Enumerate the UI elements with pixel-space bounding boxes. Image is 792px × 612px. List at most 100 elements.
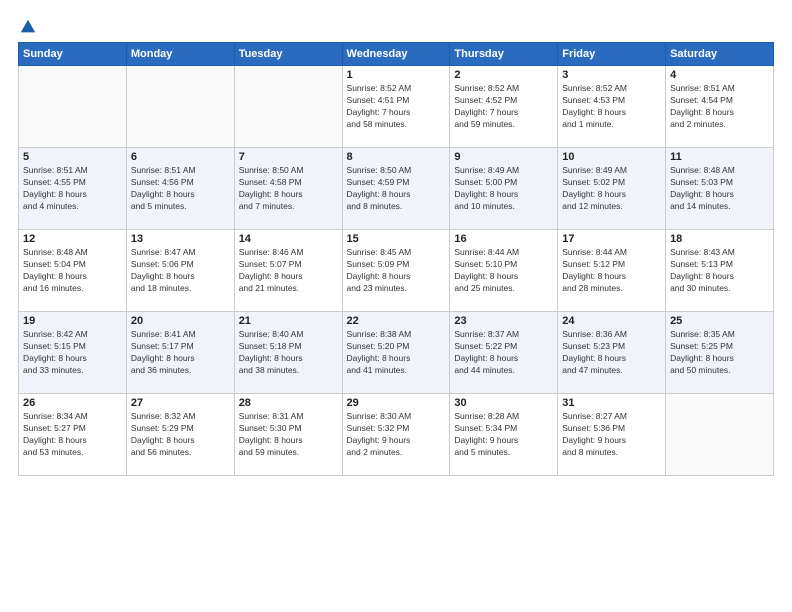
header-day-thursday: Thursday xyxy=(450,43,558,66)
calendar-cell: 3 Sunrise: 8:52 AM Sunset: 4:53 PM Daylig… xyxy=(558,66,666,148)
calendar-cell xyxy=(19,66,127,148)
day-info: Sunrise: 8:49 AM Sunset: 5:00 PM Dayligh… xyxy=(454,165,553,213)
calendar-cell: 28 Sunrise: 8:31 AM Sunset: 5:30 PM Dayli… xyxy=(234,394,342,476)
day-number: 1 xyxy=(347,69,446,81)
header-day-tuesday: Tuesday xyxy=(234,43,342,66)
day-info: Sunrise: 8:48 AM Sunset: 5:04 PM Dayligh… xyxy=(23,247,122,295)
day-number: 21 xyxy=(239,315,338,327)
logo xyxy=(18,18,37,34)
day-info: Sunrise: 8:52 AM Sunset: 4:53 PM Dayligh… xyxy=(562,83,661,131)
calendar-cell: 22 Sunrise: 8:38 AM Sunset: 5:20 PM Dayli… xyxy=(342,312,450,394)
day-number: 9 xyxy=(454,151,553,163)
calendar-cell xyxy=(666,394,774,476)
day-info: Sunrise: 8:44 AM Sunset: 5:10 PM Dayligh… xyxy=(454,247,553,295)
calendar-cell: 14 Sunrise: 8:46 AM Sunset: 5:07 PM Dayli… xyxy=(234,230,342,312)
week-row-5: 26 Sunrise: 8:34 AM Sunset: 5:27 PM Dayli… xyxy=(19,394,774,476)
day-info: Sunrise: 8:36 AM Sunset: 5:23 PM Dayligh… xyxy=(562,329,661,377)
calendar-cell: 11Sunrise: 8:48 AM Sunset: 5:03 PM Dayli… xyxy=(666,148,774,230)
calendar-cell: 9 Sunrise: 8:49 AM Sunset: 5:00 PM Daylig… xyxy=(450,148,558,230)
calendar-cell: 2 Sunrise: 8:52 AM Sunset: 4:52 PM Daylig… xyxy=(450,66,558,148)
day-info: Sunrise: 8:30 AM Sunset: 5:32 PM Dayligh… xyxy=(347,411,446,459)
day-number: 29 xyxy=(347,397,446,409)
day-number: 8 xyxy=(347,151,446,163)
header xyxy=(18,18,774,34)
day-info: Sunrise: 8:52 AM Sunset: 4:51 PM Dayligh… xyxy=(347,83,446,131)
day-number: 28 xyxy=(239,397,338,409)
calendar-page: SundayMondayTuesdayWednesdayThursdayFrid… xyxy=(0,0,792,612)
day-info: Sunrise: 8:50 AM Sunset: 4:58 PM Dayligh… xyxy=(239,165,338,213)
week-row-4: 19 Sunrise: 8:42 AM Sunset: 5:15 PM Dayli… xyxy=(19,312,774,394)
day-info: Sunrise: 8:47 AM Sunset: 5:06 PM Dayligh… xyxy=(131,247,230,295)
day-info: Sunrise: 8:37 AM Sunset: 5:22 PM Dayligh… xyxy=(454,329,553,377)
day-info: Sunrise: 8:51 AM Sunset: 4:55 PM Dayligh… xyxy=(23,165,122,213)
day-info: Sunrise: 8:34 AM Sunset: 5:27 PM Dayligh… xyxy=(23,411,122,459)
day-info: Sunrise: 8:46 AM Sunset: 5:07 PM Dayligh… xyxy=(239,247,338,295)
calendar-cell: 30 Sunrise: 8:28 AM Sunset: 5:34 PM Dayli… xyxy=(450,394,558,476)
header-day-sunday: Sunday xyxy=(19,43,127,66)
header-row: SundayMondayTuesdayWednesdayThursdayFrid… xyxy=(19,43,774,66)
calendar-cell: 6Sunrise: 8:51 AM Sunset: 4:56 PM Daylig… xyxy=(126,148,234,230)
week-row-3: 12 Sunrise: 8:48 AM Sunset: 5:04 PM Dayli… xyxy=(19,230,774,312)
calendar-table: SundayMondayTuesdayWednesdayThursdayFrid… xyxy=(18,42,774,476)
calendar-cell: 29 Sunrise: 8:30 AM Sunset: 5:32 PM Dayli… xyxy=(342,394,450,476)
day-number: 10 xyxy=(562,151,661,163)
day-number: 3 xyxy=(562,69,661,81)
day-info: Sunrise: 8:51 AM Sunset: 4:56 PM Dayligh… xyxy=(131,165,230,213)
day-number: 19 xyxy=(23,315,122,327)
calendar-cell: 19 Sunrise: 8:42 AM Sunset: 5:15 PM Dayli… xyxy=(19,312,127,394)
calendar-cell: 20 Sunrise: 8:41 AM Sunset: 5:17 PM Dayli… xyxy=(126,312,234,394)
day-info: Sunrise: 8:38 AM Sunset: 5:20 PM Dayligh… xyxy=(347,329,446,377)
calendar-cell: 23Sunrise: 8:37 AM Sunset: 5:22 PM Dayli… xyxy=(450,312,558,394)
day-info: Sunrise: 8:50 AM Sunset: 4:59 PM Dayligh… xyxy=(347,165,446,213)
calendar-cell xyxy=(234,66,342,148)
logo-icon xyxy=(19,18,37,36)
day-number: 20 xyxy=(131,315,230,327)
calendar-cell: 18Sunrise: 8:43 AM Sunset: 5:13 PM Dayli… xyxy=(666,230,774,312)
calendar-cell xyxy=(126,66,234,148)
day-number: 5 xyxy=(23,151,122,163)
day-number: 4 xyxy=(670,69,769,81)
day-info: Sunrise: 8:52 AM Sunset: 4:52 PM Dayligh… xyxy=(454,83,553,131)
day-number: 25 xyxy=(670,315,769,327)
calendar-cell: 17Sunrise: 8:44 AM Sunset: 5:12 PM Dayli… xyxy=(558,230,666,312)
day-number: 26 xyxy=(23,397,122,409)
day-number: 18 xyxy=(670,233,769,245)
day-info: Sunrise: 8:41 AM Sunset: 5:17 PM Dayligh… xyxy=(131,329,230,377)
header-day-friday: Friday xyxy=(558,43,666,66)
day-info: Sunrise: 8:28 AM Sunset: 5:34 PM Dayligh… xyxy=(454,411,553,459)
day-info: Sunrise: 8:32 AM Sunset: 5:29 PM Dayligh… xyxy=(131,411,230,459)
day-number: 30 xyxy=(454,397,553,409)
day-number: 7 xyxy=(239,151,338,163)
calendar-cell: 21Sunrise: 8:40 AM Sunset: 5:18 PM Dayli… xyxy=(234,312,342,394)
day-number: 22 xyxy=(347,315,446,327)
calendar-cell: 10 Sunrise: 8:49 AM Sunset: 5:02 PM Dayli… xyxy=(558,148,666,230)
day-info: Sunrise: 8:35 AM Sunset: 5:25 PM Dayligh… xyxy=(670,329,769,377)
day-number: 16 xyxy=(454,233,553,245)
day-info: Sunrise: 8:49 AM Sunset: 5:02 PM Dayligh… xyxy=(562,165,661,213)
calendar-cell: 16 Sunrise: 8:44 AM Sunset: 5:10 PM Dayli… xyxy=(450,230,558,312)
calendar-cell: 15Sunrise: 8:45 AM Sunset: 5:09 PM Dayli… xyxy=(342,230,450,312)
week-row-2: 5 Sunrise: 8:51 AM Sunset: 4:55 PM Daylig… xyxy=(19,148,774,230)
day-info: Sunrise: 8:51 AM Sunset: 4:54 PM Dayligh… xyxy=(670,83,769,131)
day-info: Sunrise: 8:31 AM Sunset: 5:30 PM Dayligh… xyxy=(239,411,338,459)
calendar-cell: 1 Sunrise: 8:52 AM Sunset: 4:51 PM Daylig… xyxy=(342,66,450,148)
day-info: Sunrise: 8:42 AM Sunset: 5:15 PM Dayligh… xyxy=(23,329,122,377)
calendar-cell: 26 Sunrise: 8:34 AM Sunset: 5:27 PM Dayli… xyxy=(19,394,127,476)
calendar-cell: 4 Sunrise: 8:51 AM Sunset: 4:54 PM Daylig… xyxy=(666,66,774,148)
calendar-cell: 27Sunrise: 8:32 AM Sunset: 5:29 PM Dayli… xyxy=(126,394,234,476)
header-day-wednesday: Wednesday xyxy=(342,43,450,66)
day-info: Sunrise: 8:45 AM Sunset: 5:09 PM Dayligh… xyxy=(347,247,446,295)
calendar-cell: 7 Sunrise: 8:50 AM Sunset: 4:58 PM Daylig… xyxy=(234,148,342,230)
calendar-cell: 8 Sunrise: 8:50 AM Sunset: 4:59 PM Daylig… xyxy=(342,148,450,230)
header-day-saturday: Saturday xyxy=(666,43,774,66)
day-number: 17 xyxy=(562,233,661,245)
calendar-cell: 5 Sunrise: 8:51 AM Sunset: 4:55 PM Daylig… xyxy=(19,148,127,230)
calendar-cell: 13Sunrise: 8:47 AM Sunset: 5:06 PM Dayli… xyxy=(126,230,234,312)
day-number: 31 xyxy=(562,397,661,409)
day-number: 14 xyxy=(239,233,338,245)
calendar-cell: 31 Sunrise: 8:27 AM Sunset: 5:36 PM Dayli… xyxy=(558,394,666,476)
day-number: 12 xyxy=(23,233,122,245)
day-info: Sunrise: 8:27 AM Sunset: 5:36 PM Dayligh… xyxy=(562,411,661,459)
day-number: 2 xyxy=(454,69,553,81)
calendar-cell: 25 Sunrise: 8:35 AM Sunset: 5:25 PM Dayli… xyxy=(666,312,774,394)
